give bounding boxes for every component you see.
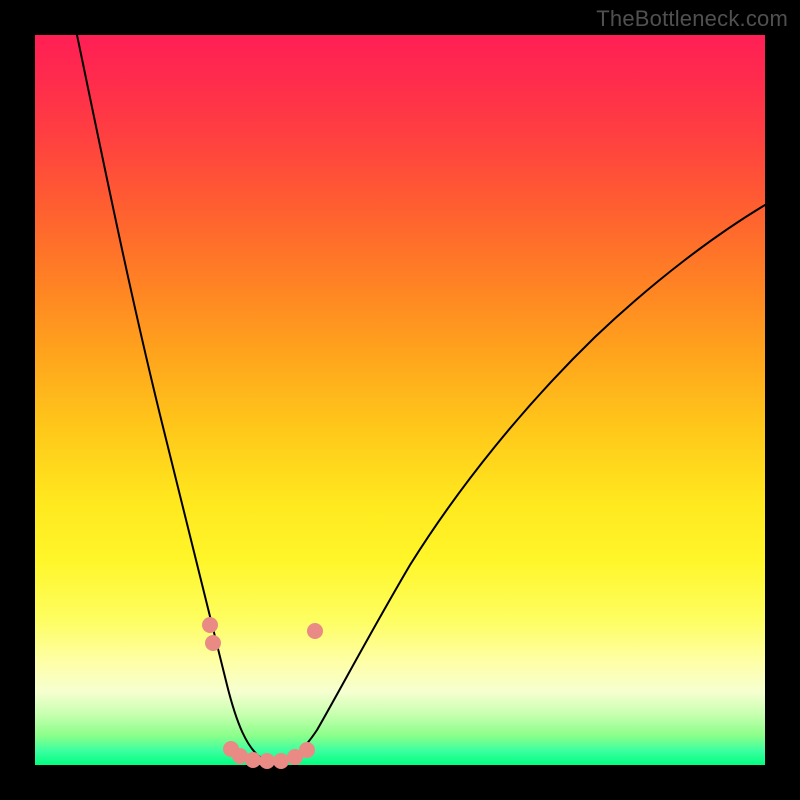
plot-area xyxy=(35,35,765,765)
marker-dot xyxy=(259,753,275,769)
chart-frame: TheBottleneck.com xyxy=(0,0,800,800)
marker-dot xyxy=(245,752,261,768)
marker-dot xyxy=(299,742,315,758)
curves-layer xyxy=(35,35,765,765)
marker-dot xyxy=(202,617,218,633)
left-curve xyxy=(77,35,279,762)
marker-group xyxy=(202,617,323,769)
right-curve xyxy=(279,205,765,762)
marker-dot xyxy=(205,635,221,651)
marker-dot xyxy=(273,753,289,769)
marker-dot xyxy=(307,623,323,639)
watermark-text: TheBottleneck.com xyxy=(596,6,788,32)
